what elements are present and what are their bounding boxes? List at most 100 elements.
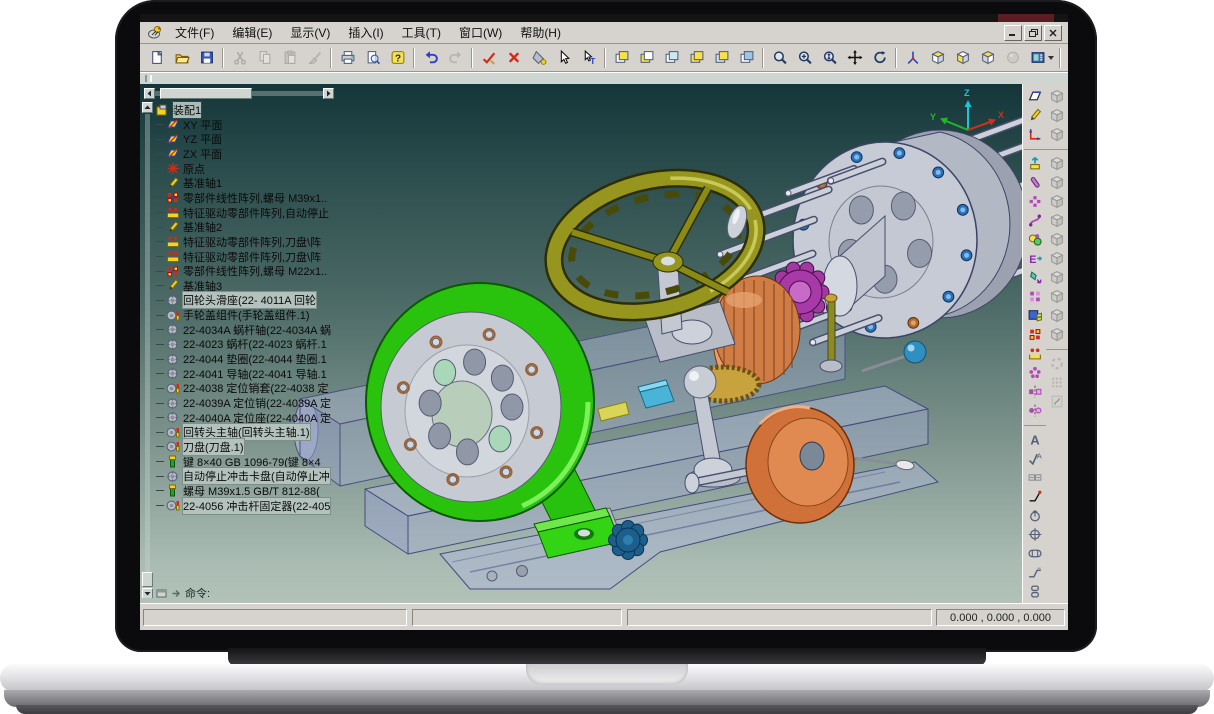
chamfer-gray-button[interactable]	[1046, 192, 1067, 211]
check-confirm-button[interactable]	[476, 45, 501, 70]
undo-button[interactable]	[418, 45, 443, 70]
close-button[interactable]	[1044, 25, 1062, 41]
view-pane-4-button[interactable]	[684, 45, 709, 70]
pattern-gray-button[interactable]	[1046, 287, 1067, 306]
assembly-constraint-button[interactable]	[1064, 45, 1068, 70]
bent-leader-button[interactable]	[1024, 563, 1045, 582]
mirror-gray-button[interactable]	[1046, 306, 1067, 325]
dome-gray-button[interactable]	[1046, 325, 1067, 344]
loft-gray-button[interactable]	[1046, 154, 1067, 173]
cut-button[interactable]	[227, 45, 252, 70]
panel-separator	[1046, 144, 1068, 150]
view-pane-3-button[interactable]	[659, 45, 684, 70]
sketch-plane-button[interactable]	[1024, 87, 1045, 106]
surface-check-button[interactable]: A	[1024, 449, 1045, 468]
new-button[interactable]	[144, 45, 169, 70]
open-button[interactable]	[169, 45, 194, 70]
revolve-gray-button[interactable]	[1046, 106, 1067, 125]
rotate-view-button[interactable]	[867, 45, 892, 70]
toolbar-separator	[1059, 48, 1061, 68]
print-preview-button[interactable]	[360, 45, 385, 70]
datum-axis-tool-button[interactable]	[1024, 106, 1045, 125]
explode-assembly-button[interactable]: E	[1024, 249, 1045, 268]
format-brush-button[interactable]	[302, 45, 327, 70]
draft-gray-button[interactable]	[1046, 249, 1067, 268]
menu-item-insert[interactable]: 插入(I)	[339, 22, 392, 43]
sweep-gray-button[interactable]	[1046, 125, 1067, 144]
delete-x-button[interactable]	[501, 45, 526, 70]
command-prompt-label: 命令:	[185, 585, 210, 601]
shell-gray-button[interactable]	[1046, 211, 1067, 230]
insert-anchor-button[interactable]	[1024, 268, 1045, 287]
laptop-bottom-edge	[16, 705, 1198, 714]
mirror-parts-2-button[interactable]	[1024, 401, 1045, 420]
hole-gray-button[interactable]	[1046, 268, 1067, 287]
view-iso-1-button[interactable]	[925, 45, 950, 70]
parts-library-button[interactable]	[1024, 230, 1045, 249]
view-pane-6-button[interactable]	[734, 45, 759, 70]
view-pane-1-button[interactable]	[609, 45, 634, 70]
sketch-frame-button[interactable]	[1024, 125, 1045, 144]
svg-text:?: ?	[394, 53, 400, 64]
datum-target-button[interactable]	[1024, 506, 1045, 525]
pattern-curve-button[interactable]	[1024, 211, 1045, 230]
render-mode-button[interactable]	[1025, 45, 1050, 70]
weld-stack-button[interactable]	[1024, 582, 1045, 601]
menu-item-edit[interactable]: 编辑(E)	[223, 22, 281, 43]
linear-pattern-tool-button[interactable]	[1024, 325, 1045, 344]
circular-pattern-tool-button[interactable]	[1024, 363, 1045, 382]
rib-gray-button[interactable]	[1046, 230, 1067, 249]
feature-extrude-button[interactable]	[1024, 154, 1045, 173]
zoom-button[interactable]	[767, 45, 792, 70]
driven-pattern-tool-button[interactable]	[1024, 344, 1045, 363]
fillet-gray-button[interactable]	[1046, 173, 1067, 192]
svg-text:A: A	[1030, 432, 1039, 447]
paste-button[interactable]	[277, 45, 302, 70]
triad-z-label: Z	[964, 88, 970, 98]
cursor-button[interactable]	[551, 45, 576, 70]
view-sphere-button[interactable]	[1000, 45, 1025, 70]
text-note-button[interactable]: A	[1024, 430, 1045, 449]
center-target-button[interactable]	[1024, 525, 1045, 544]
save-button[interactable]	[194, 45, 219, 70]
menu-item-help[interactable]: 帮助(H)	[511, 22, 570, 43]
3d-viewport[interactable]: Z Y X	[140, 84, 1022, 603]
dimension-note-button[interactable]	[1024, 468, 1045, 487]
pan-button[interactable]	[842, 45, 867, 70]
view-iso-3-button[interactable]	[975, 45, 1000, 70]
restore-button[interactable]	[1024, 25, 1042, 41]
leader-note-button[interactable]	[1024, 487, 1045, 506]
minimize-button[interactable]	[1004, 25, 1022, 41]
print-button[interactable]	[335, 45, 360, 70]
section-box-button[interactable]	[1024, 544, 1045, 563]
pattern-cross-button[interactable]	[1024, 192, 1045, 211]
command-prompt[interactable]: 命令:	[156, 585, 210, 601]
mirror-parts-button[interactable]	[1024, 382, 1045, 401]
redo-button[interactable]	[443, 45, 468, 70]
fill-color-button[interactable]	[526, 45, 551, 70]
pattern-squares-button[interactable]	[1024, 287, 1045, 306]
menu-item-tools[interactable]: 工具(T)	[393, 22, 450, 43]
circular-pattern-gray-button[interactable]	[1046, 354, 1067, 373]
menu-item-view[interactable]: 显示(V)	[281, 22, 339, 43]
library-gray-button[interactable]	[1046, 392, 1067, 411]
triad-y-label: Y	[930, 112, 936, 122]
triad-x-label: X	[998, 110, 1004, 120]
view-pane-2-button[interactable]	[634, 45, 659, 70]
feature-sweep-rod-button[interactable]	[1024, 173, 1045, 192]
view-manager-button[interactable]	[1024, 306, 1045, 325]
app-logo-icon	[146, 25, 163, 40]
menu-item-window[interactable]: 窗口(W)	[450, 22, 511, 43]
zoom-in-button[interactable]	[792, 45, 817, 70]
extrude-boss-gray-button[interactable]	[1046, 87, 1067, 106]
view-iso-2-button[interactable]	[950, 45, 975, 70]
zoom-dynamic-button[interactable]	[817, 45, 842, 70]
cursor-pick-button[interactable]: T	[576, 45, 601, 70]
axis-triad-button[interactable]	[900, 45, 925, 70]
help-button[interactable]: ?	[385, 45, 410, 70]
copy-button[interactable]	[252, 45, 277, 70]
menu-item-file[interactable]: 文件(F)	[166, 22, 223, 43]
render-mode-dropdown-caret[interactable]	[1048, 56, 1054, 60]
view-pane-5-button[interactable]	[709, 45, 734, 70]
grid-pattern-gray-button[interactable]	[1046, 373, 1067, 392]
